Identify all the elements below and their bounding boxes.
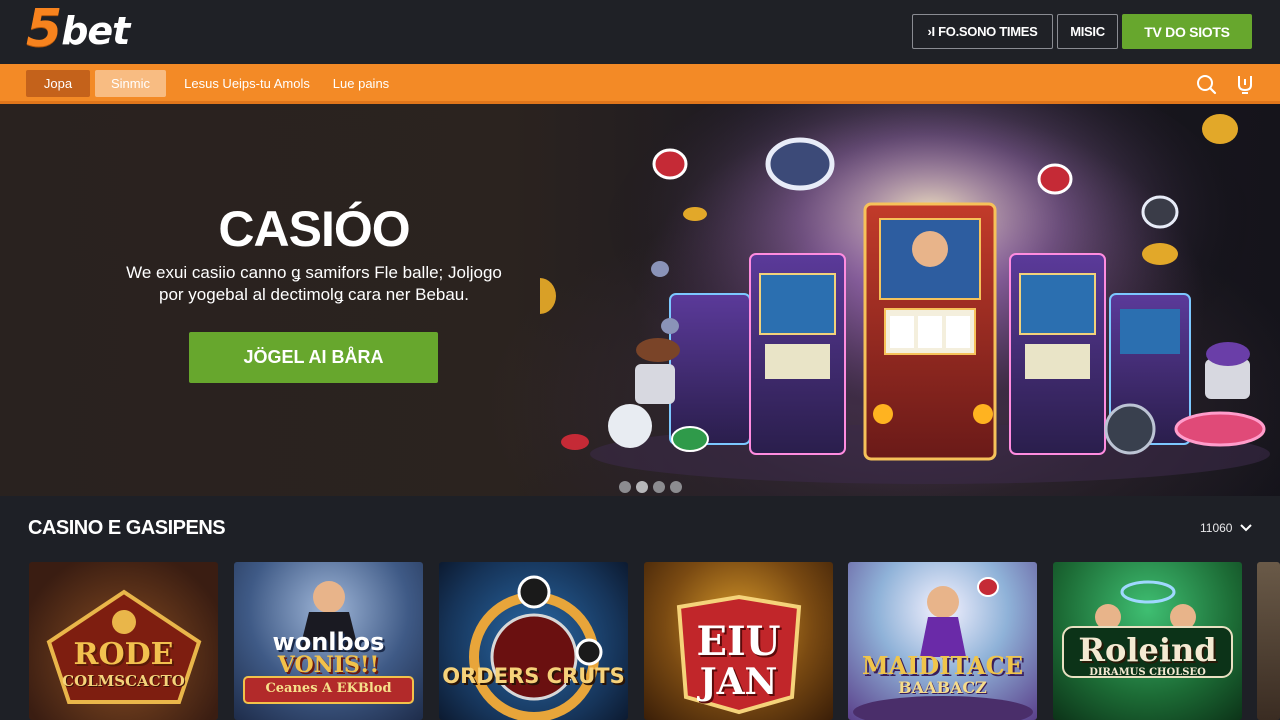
section-title: CASINO E GASIPENS [28,517,226,539]
carousel-dot-active[interactable] [636,481,648,493]
game-card[interactable]: wonlbos VONIS!! Ceanes A EKBlod [234,562,423,720]
game-title: ORDERS CRUTS [442,664,625,688]
carousel-dot[interactable] [619,481,631,493]
top-header: 5 bet ›I FO.SONO TIMES MISIC TV DO SIOTS [0,0,1280,64]
game-subtitle: VONIS!! [277,652,380,678]
header-button-times[interactable]: ›I FO.SONO TIMES [912,14,1053,49]
game-subtitle: JAN [699,661,778,703]
nav-tab-sinmic[interactable]: Sinmic [95,70,166,97]
game-title: RODE [73,637,174,672]
user-icon[interactable] [1234,73,1256,95]
nav-tab-jopa[interactable]: Jopa [26,70,90,97]
game-title: wonlbos [272,628,385,656]
section-filter-label: 11060 [1200,521,1233,535]
search-icon[interactable] [1195,73,1217,95]
game-title: EIU [696,618,781,665]
game-tagline: Ceanes A EKBlod [265,681,392,696]
hero-cta-button[interactable]: JÖGEL AI BÅRA [189,332,438,383]
logo-word: bet [61,9,130,53]
chevron-down-icon [1240,524,1253,532]
section-filter-dropdown[interactable]: 11060 [1200,521,1253,535]
main-nav: Jopa Sinmic Lesus Ueips-tu Amols Lue pai… [0,64,1280,104]
header-button-slots[interactable]: TV DO SIOTS [1122,14,1252,49]
game-card[interactable]: EIU JAN [644,562,833,720]
nav-tab-lesus[interactable]: Lesus Ueips-tu Amols [176,70,318,97]
nav-tab-lue-pains[interactable]: Lue pains [324,70,398,97]
game-title: MAIDITACE [861,651,1023,680]
game-grid: RODE COLMSCACTO wonlbos VONIS!! Ceanes A… [0,562,1280,720]
carousel-dot[interactable] [670,481,682,493]
game-subtitle: COLMSCACTO [62,672,185,690]
slot-machines-illustration [540,104,1270,484]
game-card[interactable]: RODE COLMSCACTO [29,562,218,720]
game-title: Roleind [1078,631,1217,669]
game-card[interactable]: MAIDITACE BAABACZ [848,562,1037,720]
game-card-partial[interactable] [1257,562,1280,720]
carousel-dot[interactable] [653,481,665,493]
game-card[interactable]: Roleind DIRAMUS CHOLSEO [1053,562,1242,720]
hero-banner: CASIÓO We exui casiio canno ǥ samifors F… [0,104,1280,496]
hero-title: CASIÓO [218,201,410,257]
game-subtitle: BAABACZ [898,678,987,697]
game-card[interactable]: ORDERS CRUTS [439,562,628,720]
header-button-music[interactable]: MISIC [1057,14,1118,49]
game-subtitle: DIRAMUS CHOLSEO [1089,667,1206,678]
logo-number: 5 [26,0,62,59]
hero-subtitle: We exui casiio canno ǥ samifors Fle ball… [126,263,502,304]
game-card-art [469,575,603,720]
brand-logo[interactable]: 5 bet [26,0,130,59]
carousel-dots [619,481,682,493]
